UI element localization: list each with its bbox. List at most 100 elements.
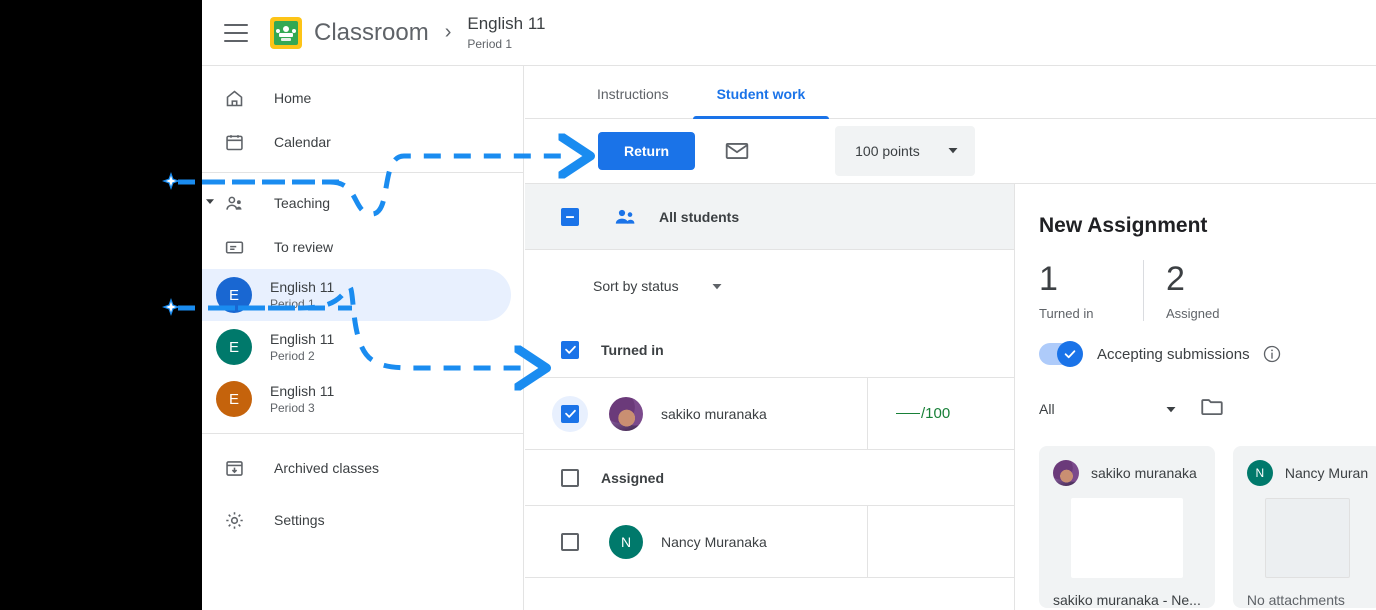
- sidebar-item-label: Settings: [274, 512, 325, 528]
- work-split: All students Sort by status Turned in sa…: [525, 184, 1376, 610]
- submission-card[interactable]: sakiko muranaka sakiko muranaka - Ne...: [1039, 446, 1215, 608]
- breadcrumb-title: English 11: [467, 13, 546, 33]
- submission-card[interactable]: N Nancy Muran No attachments: [1232, 446, 1376, 608]
- sidebar-item-to-review[interactable]: To review: [202, 225, 523, 269]
- avatar: N: [1246, 460, 1273, 486]
- sidebar-item-calendar[interactable]: Calendar: [202, 120, 523, 164]
- grade-total: /100: [921, 405, 951, 422]
- points-dropdown[interactable]: 100 points: [835, 126, 976, 176]
- caret-down-icon[interactable]: [204, 194, 216, 212]
- people-icon: [613, 205, 637, 229]
- screenshot-root: Classroom › English 11 Period 1 Home Cal…: [0, 0, 1376, 610]
- student-list-column: All students Sort by status Turned in sa…: [525, 184, 1015, 610]
- main-content: Instructions Student work Return 100 poi…: [525, 66, 1376, 610]
- return-button[interactable]: Return: [598, 132, 696, 170]
- table-row[interactable]: sakiko muranaka /100: [525, 378, 1014, 450]
- turned-in-checkbox[interactable]: [561, 340, 579, 359]
- class-text: English 11 Period 1: [270, 278, 334, 312]
- class-period: Period 3: [270, 401, 315, 415]
- tab-bar: Instructions Student work: [525, 66, 1376, 119]
- sidebar-item-label: Teaching: [274, 195, 331, 211]
- card-header: sakiko muranaka: [1053, 460, 1201, 486]
- table-row[interactable]: N Nancy Muranaka: [525, 506, 1014, 578]
- class-name: English 11: [270, 279, 335, 295]
- action-toolbar: Return 100 points: [525, 119, 1376, 184]
- sparkle-marker-english11-period1: [162, 298, 180, 316]
- attachment-filter-dropdown[interactable]: All: [1039, 401, 1199, 417]
- class-name: English 11: [270, 383, 335, 399]
- sidebar-item-label: To review: [274, 239, 334, 255]
- group-header-turned-in: Turned in: [525, 322, 1014, 378]
- google-classroom-logo: [270, 16, 302, 49]
- class-avatar: E: [216, 277, 252, 313]
- folder-icon[interactable]: [1199, 393, 1225, 424]
- teaching-people-icon: [222, 191, 246, 215]
- stat-turned-in: 1 Turned in: [1039, 260, 1143, 321]
- student-checkbox-wrap[interactable]: [552, 524, 588, 560]
- class-text: English 11 Period 2: [270, 330, 334, 364]
- sidebar-class-english11-period2[interactable]: E English 11 Period 2: [202, 321, 511, 373]
- student-checkbox-wrap[interactable]: [552, 395, 588, 432]
- sidebar-item-settings[interactable]: Settings: [202, 494, 523, 546]
- all-students-checkbox[interactable]: [561, 207, 579, 226]
- stat-assigned: 2 Assigned: [1143, 260, 1247, 321]
- sidebar-class-english11-period3[interactable]: E English 11 Period 3: [202, 373, 511, 425]
- avatar: [1053, 460, 1079, 486]
- sort-by-status-dropdown[interactable]: Sort by status: [593, 278, 723, 294]
- class-name: English 11: [270, 331, 335, 347]
- class-text: English 11 Period 3: [270, 382, 334, 416]
- student-name: Nancy Muranaka: [661, 533, 767, 550]
- stat-caption: Turned in: [1039, 306, 1094, 321]
- class-avatar-initial: E: [228, 286, 239, 304]
- page-title: New Assignment: [1039, 214, 1208, 237]
- attachment-thumbnail: [1071, 498, 1183, 578]
- envelope-icon[interactable]: [717, 131, 757, 171]
- breadcrumb-separator-icon: ›: [444, 21, 452, 43]
- calendar-icon: [222, 130, 246, 154]
- caret-down-icon: [1165, 403, 1177, 415]
- attachment-caption: No attachments: [1246, 592, 1345, 608]
- sidebar-item-archived-classes[interactable]: Archived classes: [202, 442, 523, 494]
- student-name: sakiko muranaka: [661, 405, 767, 422]
- grade-blank: [896, 413, 920, 414]
- tab-student-work[interactable]: Student work: [692, 86, 830, 119]
- group-label: Assigned: [601, 469, 665, 486]
- sidebar-divider-1: [202, 172, 523, 173]
- sidebar-item-label: Archived classes: [274, 460, 380, 476]
- class-avatar-initial: E: [228, 390, 239, 408]
- accepting-submissions-toggle[interactable]: [1039, 341, 1083, 367]
- class-period: Period 2: [270, 349, 315, 363]
- sidebar-divider-2: [202, 433, 523, 434]
- card-student-name: Nancy Muran: [1284, 465, 1369, 481]
- sidebar-item-label: Calendar: [274, 134, 331, 150]
- avatar: N: [609, 524, 643, 559]
- hamburger-menu-icon[interactable]: [224, 23, 248, 42]
- grade-cell[interactable]: /100: [867, 378, 1015, 449]
- accepting-submissions-label: Accepting submissions: [1097, 345, 1250, 363]
- sidebar-item-home[interactable]: Home: [202, 76, 523, 120]
- assigned-checkbox[interactable]: [561, 468, 579, 487]
- sidebar-class-english11-period1[interactable]: E English 11 Period 1: [202, 269, 511, 321]
- student-checkbox[interactable]: [561, 532, 579, 551]
- sidebar-item-teaching[interactable]: Teaching: [202, 181, 523, 225]
- breadcrumb: English 11 Period 1: [467, 14, 545, 52]
- tab-instructions[interactable]: Instructions: [573, 86, 693, 118]
- info-icon[interactable]: [1262, 344, 1282, 364]
- sidebar-item-label: Home: [274, 90, 312, 106]
- sidebar: Home Calendar Teaching To review E Engli…: [202, 66, 524, 610]
- class-avatar: E: [216, 329, 252, 365]
- class-period: Period 1: [270, 297, 315, 311]
- submission-cards: sakiko muranaka sakiko muranaka - Ne... …: [1039, 446, 1376, 608]
- all-students-header: All students: [525, 184, 1014, 250]
- brand-title: Classroom: [314, 18, 429, 46]
- toggle-knob: [1057, 341, 1083, 367]
- student-checkbox[interactable]: [561, 404, 579, 423]
- avatar-initial: N: [1255, 466, 1265, 480]
- stat-number: 1: [1039, 260, 1058, 298]
- all-students-label: All students: [659, 208, 740, 225]
- points-label: 100 points: [855, 143, 920, 159]
- grade-cell[interactable]: [867, 506, 1015, 577]
- classroom-app-window: Classroom › English 11 Period 1 Home Cal…: [202, 0, 1376, 610]
- card-header: N Nancy Muran: [1246, 460, 1369, 486]
- to-review-icon: [222, 235, 246, 259]
